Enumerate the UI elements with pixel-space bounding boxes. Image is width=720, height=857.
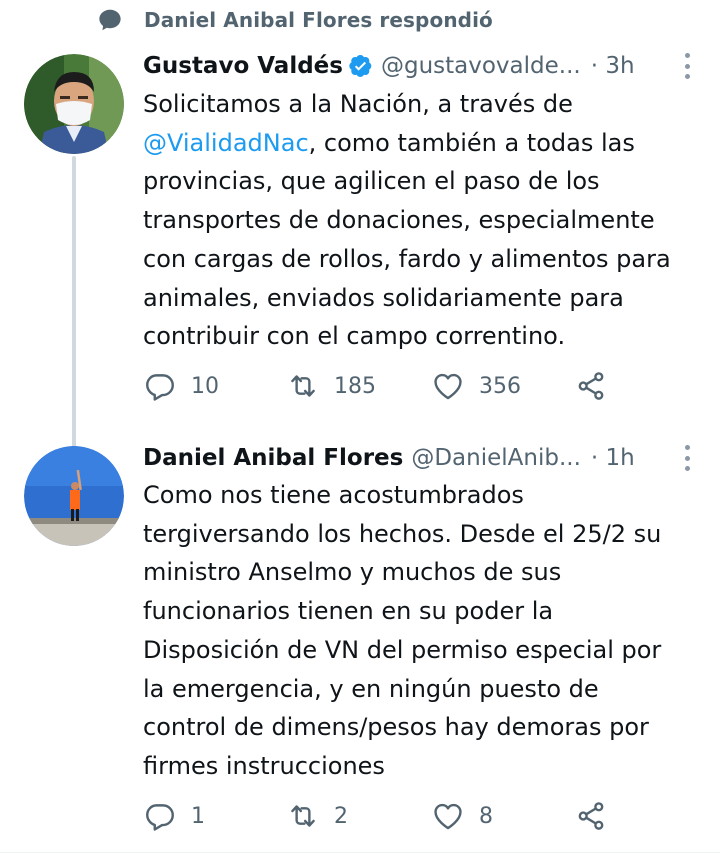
like-count: 356 xyxy=(479,373,521,399)
tweet-text-part: Solicitamos a la Nación, a través de xyxy=(143,90,573,118)
tweet-text: Solicitamos a la Nación, a través de @Vi… xyxy=(143,85,708,356)
retweet-count: 2 xyxy=(334,803,348,829)
heart-icon xyxy=(434,803,462,830)
retweet-icon xyxy=(291,375,315,397)
reply-button[interactable]: 10 xyxy=(143,369,219,403)
author-name[interactable]: Gustavo Valdés xyxy=(143,53,343,79)
like-button[interactable]: 356 xyxy=(431,369,521,403)
author-handle[interactable]: @gustavovalde... xyxy=(381,53,581,79)
reply-context: Daniel Anibal Flores respondió xyxy=(96,6,493,34)
tweet-time[interactable]: · 1h xyxy=(591,445,635,471)
share-icon xyxy=(578,372,604,400)
more-options-icon[interactable] xyxy=(682,445,692,471)
tweet-header: Daniel Anibal Flores @DanielAnib... · 1h xyxy=(143,441,696,475)
tweet-gustavo[interactable]: Gustavo Valdés @gustavovalde... · 3h Sol… xyxy=(0,48,720,461)
reply-icon xyxy=(146,804,174,831)
mention-link[interactable]: @VialidadNac xyxy=(143,129,309,157)
tweet-header: Gustavo Valdés @gustavovalde... · 3h xyxy=(143,49,696,83)
like-count: 8 xyxy=(479,803,493,829)
tweet-time[interactable]: · 3h xyxy=(591,53,635,79)
reply-count: 10 xyxy=(191,373,219,399)
share-button[interactable] xyxy=(574,799,608,833)
verified-badge-icon xyxy=(349,54,373,78)
avatar[interactable] xyxy=(24,54,124,154)
tweet-text: Como nos tiene acostumbrados tergiversan… xyxy=(143,481,662,780)
retweet-button[interactable]: 185 xyxy=(286,369,376,403)
more-options-icon[interactable] xyxy=(682,53,692,79)
share-icon xyxy=(578,802,604,830)
retweet-count: 185 xyxy=(334,373,376,399)
like-button[interactable]: 8 xyxy=(431,799,493,833)
tweet-text-part: , como también a todas las provincias, q… xyxy=(143,128,671,351)
divider xyxy=(0,852,720,853)
reply-button[interactable]: 1 xyxy=(143,799,205,833)
reply-count: 1 xyxy=(191,803,205,829)
reply-context-label[interactable]: Daniel Anibal Flores respondió xyxy=(144,8,493,32)
tweet-daniel[interactable]: Daniel Anibal Flores @DanielAnib... · 1h… xyxy=(0,438,720,848)
retweet-icon xyxy=(291,805,315,827)
author-handle[interactable]: @DanielAnib... xyxy=(411,445,581,471)
thread-connector-line xyxy=(72,156,76,461)
reply-icon xyxy=(146,374,174,401)
share-button[interactable] xyxy=(574,369,608,403)
author-name[interactable]: Daniel Anibal Flores xyxy=(143,445,403,471)
heart-icon xyxy=(434,373,462,400)
retweet-button[interactable]: 2 xyxy=(286,799,348,833)
avatar[interactable] xyxy=(24,446,124,546)
speech-bubble-icon xyxy=(96,6,124,34)
